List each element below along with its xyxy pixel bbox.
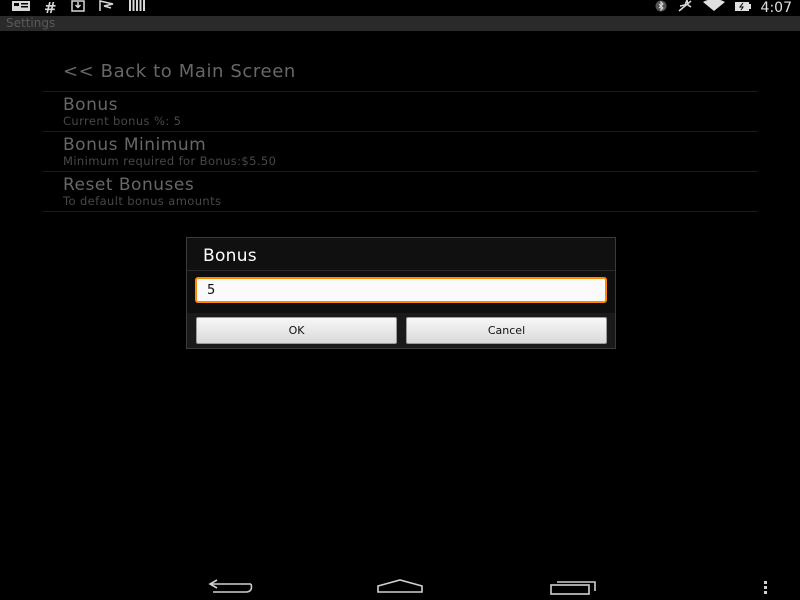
recent-apps-icon [549,579,597,599]
hash-icon: # [44,0,57,17]
title-bar: Settings [0,16,800,31]
back-icon [207,579,253,599]
battery-icon [734,0,751,17]
home-icon [376,579,424,599]
airplane-mode-icon [677,0,693,18]
wifi-icon [702,0,725,17]
status-bar-system: 4:07 [655,0,792,16]
bonus-input[interactable] [195,277,607,303]
bonus-dialog: Bonus OK Cancel [186,237,616,349]
navigation-bar [0,578,800,600]
recent-apps-button[interactable] [548,578,598,600]
status-bar: # 4:07 [0,0,800,16]
download-icon [70,0,85,17]
back-button[interactable] [205,578,255,600]
overflow-menu-button[interactable] [758,578,774,600]
dialog-title: Bonus [187,238,615,271]
barcode-icon [128,0,145,16]
ok-button[interactable]: OK [196,317,397,344]
bluetooth-icon [655,0,667,17]
home-button[interactable] [375,578,425,600]
notification-card-icon [12,0,30,16]
flag-icon [98,0,115,17]
status-bar-clock: 4:07 [760,0,792,16]
dialog-button-bar: OK Cancel [187,313,615,348]
cancel-button[interactable]: Cancel [406,317,607,344]
dialog-body [187,271,615,313]
screen: # 4:07 Settings << Back to Main Screen B… [0,0,800,600]
status-bar-notifications: # [12,0,145,16]
page-title: Settings [6,16,56,30]
overflow-menu-icon [763,579,769,599]
